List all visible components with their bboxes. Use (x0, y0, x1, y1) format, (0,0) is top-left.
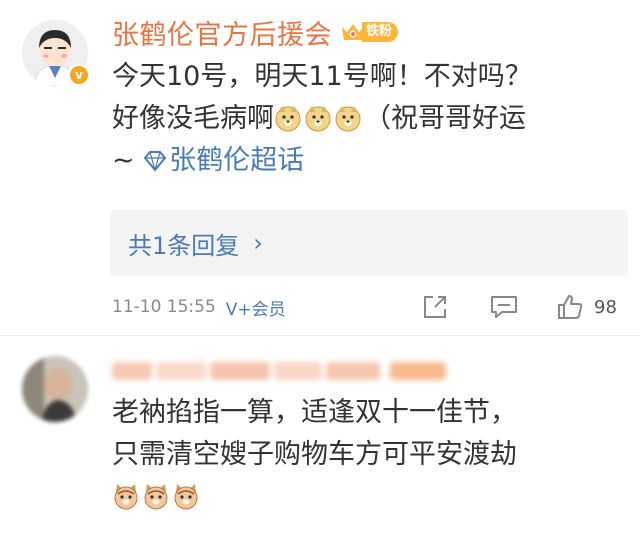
cat-emoji-icon (144, 484, 168, 510)
super-topic-diamond-icon (143, 151, 167, 172)
comment-text-segment: （祝哥哥好运 (364, 103, 526, 134)
comment-line: 只需清空嫂子购物车方可平安渡劫 (112, 439, 517, 470)
replies-link[interactable]: 共1条回复 › (110, 210, 628, 276)
super-topic-label: 张鹤伦超话 (169, 145, 305, 176)
blurred-block (210, 362, 270, 380)
blurred-block (390, 362, 446, 380)
comment-line: 好像没毛病啊 （祝哥哥好运 (112, 98, 532, 140)
vip-label[interactable]: V+会员 (226, 295, 286, 320)
blurred-block (326, 362, 380, 380)
comment-line: ~ 张鹤伦超话 (112, 140, 532, 182)
like-icon (558, 295, 583, 319)
comment-text: 今天10号，明天11号啊！不对吗？ 好像没毛病啊 （祝哥哥好运 ~ 张鹤伦超话 (112, 56, 532, 182)
comment-meta: 11-10 15:55 V+会员 98 (112, 292, 632, 322)
doge-emoji-icon (305, 106, 331, 132)
share-button[interactable] (422, 292, 448, 322)
username-blurred[interactable] (112, 358, 446, 384)
comment-text: 老衲掐指一算，适逢双十一佳节， 只需清空嫂子购物车方可平安渡劫 (112, 392, 517, 518)
blurred-block (112, 362, 152, 380)
cat-emoji-icon (114, 484, 138, 510)
like-button[interactable]: 98 (556, 292, 617, 322)
comment-line: 今天10号，明天11号啊！不对吗？ (112, 61, 532, 92)
doge-emoji-icon (275, 106, 301, 132)
comment-button[interactable] (490, 292, 518, 322)
super-topic-link[interactable]: 张鹤伦超话 (143, 145, 304, 176)
doge-emoji-icon (335, 106, 361, 132)
comment-item: v 张鹤伦官方后援会 铁粉 今天10号，明天11号啊！不对吗？ 好像没毛病啊 （祝… (0, 0, 640, 335)
comment-item: 老衲掐指一算，适逢双十一佳节， 只需清空嫂子购物车方可平安渡劫 (0, 335, 640, 538)
chevron-right-icon: › (253, 229, 263, 257)
fan-badge-label: 铁粉 (362, 22, 399, 42)
cat-emoji-icon (174, 484, 198, 510)
comment-text-segment: ~ (112, 145, 144, 176)
comment-icon (491, 296, 517, 318)
blurred-block (156, 362, 206, 380)
share-icon (424, 296, 446, 318)
comment-line (112, 476, 517, 518)
fan-badge[interactable]: 铁粉 (340, 19, 399, 45)
timestamp: 11-10 15:55 (112, 297, 216, 317)
avatar[interactable] (22, 356, 88, 422)
comment-text-segment: 好像没毛病啊 (112, 103, 274, 134)
verified-badge-icon: v (68, 64, 90, 86)
username[interactable]: 张鹤伦官方后援会 (112, 13, 332, 52)
comment-line: 老衲掐指一算，适逢双十一佳节， (112, 397, 517, 428)
reply-count-label: 共1条回复 (128, 231, 240, 260)
like-count: 98 (594, 296, 617, 318)
blurred-block (274, 362, 322, 380)
